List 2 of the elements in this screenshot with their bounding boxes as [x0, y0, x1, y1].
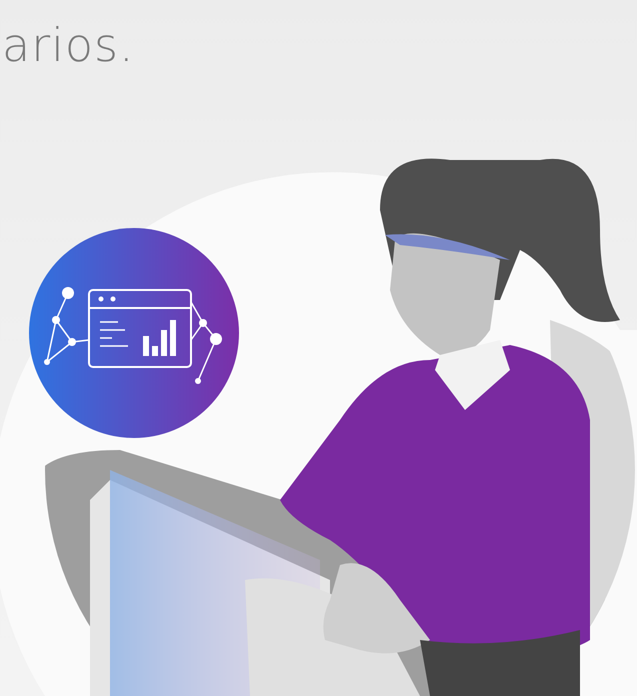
- analytics-chart-icon: [29, 228, 239, 438]
- heading-text: arios.: [1, 17, 136, 68]
